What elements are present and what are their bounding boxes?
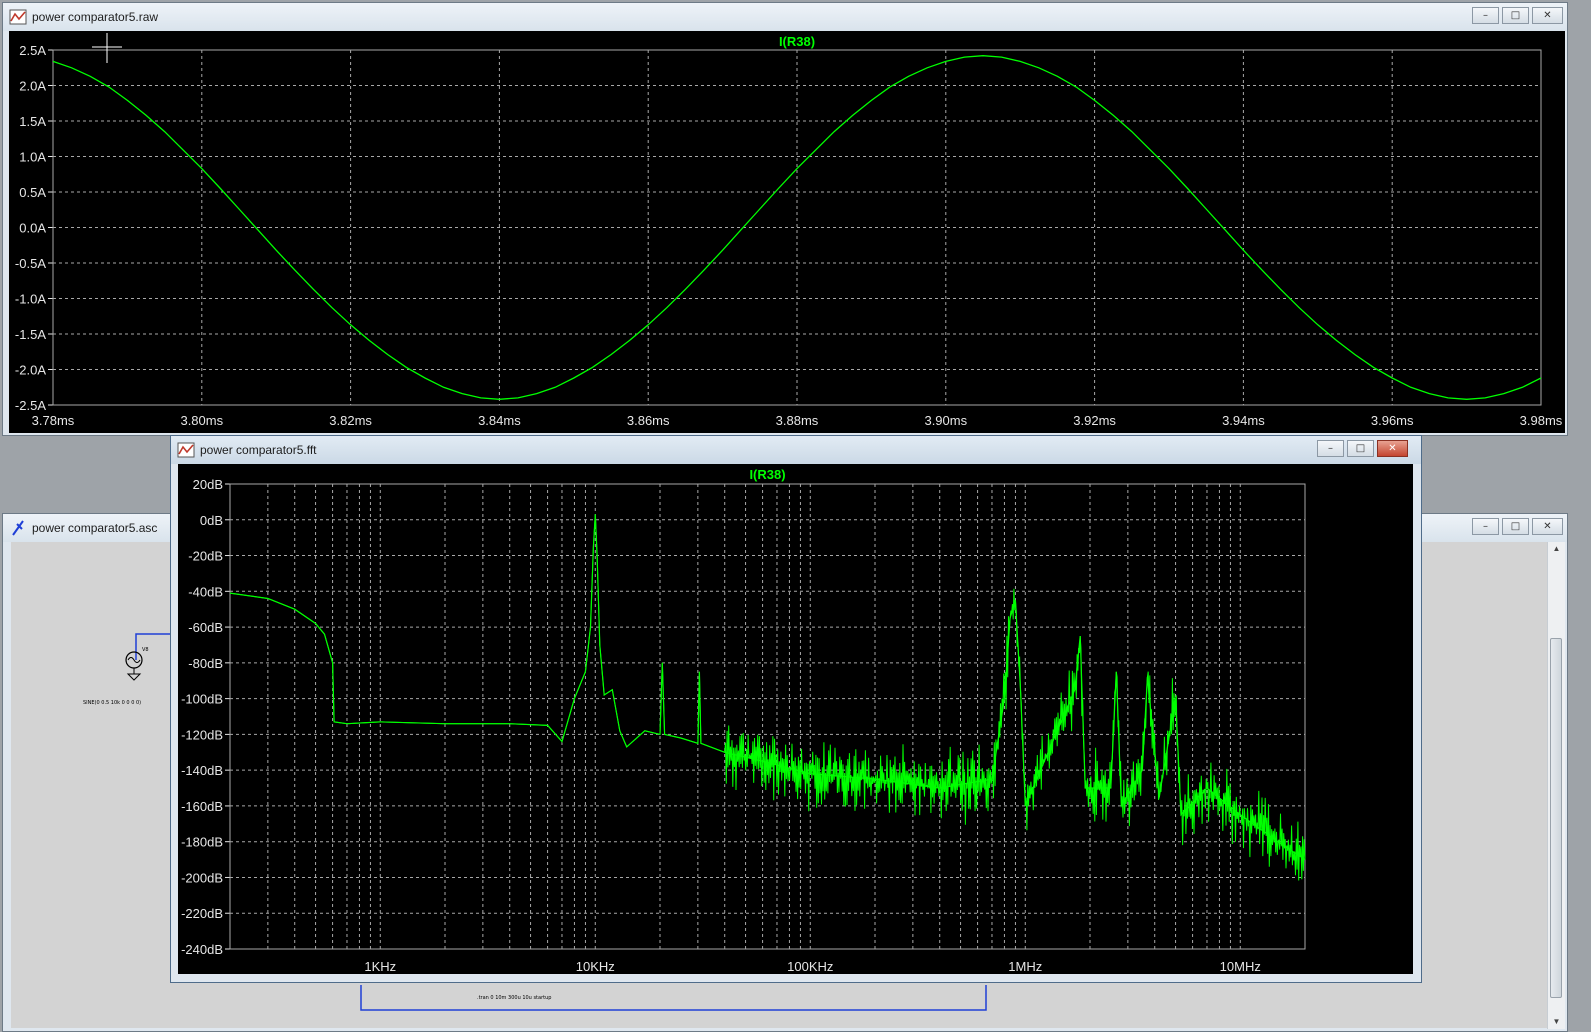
raw-window-title: power comparator5.raw [32, 10, 159, 24]
y-tick-label: 1.5A [19, 114, 46, 129]
x-tick-label: 1MHz [1008, 959, 1042, 974]
tran-directive-label: .tran 0 10m 300u 10u startup [477, 995, 552, 1001]
y-tick-label: -120dB [181, 727, 223, 742]
y-tick-label: -40dB [188, 584, 223, 599]
x-tick-label: 3.84ms [478, 413, 521, 428]
time-domain-chart: 3.78ms 3.80ms 3.82ms 3.84ms 3.86ms 3.88ms 3.90… [15, 33, 1563, 428]
sine-glyph [127, 657, 141, 663]
y-tick-label: 0.5A [19, 185, 46, 200]
x-tick-label: 10MHz [1220, 959, 1261, 974]
close-button[interactable]: ✕ [1532, 7, 1563, 24]
x-tick-label: 1KHz [364, 959, 396, 974]
y-tick-label: 0.0A [19, 221, 46, 236]
y-tick-label: -2.0A [15, 363, 46, 378]
y-tick-label: -20dB [188, 549, 223, 564]
schematic-vertical-scrollbar[interactable]: ▲ ▼ [1547, 542, 1565, 1029]
minimize-button[interactable]: – [1472, 518, 1499, 535]
fft-plot-pane[interactable]: 1KHz 10KHz 100KHz 1MHz 10MHz 20dB 0dB -20dB -40d… [178, 464, 1413, 974]
y-tick-label: -1.5A [15, 327, 46, 342]
x-tick-label: 3.96ms [1371, 413, 1414, 428]
y-tick-label: -160dB [181, 799, 223, 814]
scroll-down-arrow-icon[interactable]: ▼ [1548, 1015, 1565, 1029]
frequency-domain-chart: 1KHz 10KHz 100KHz 1MHz 10MHz 20dB 0dB -20dB -40d… [181, 467, 1306, 974]
raw-window-titlebar[interactable]: power comparator5.raw – □ ✕ [3, 3, 1567, 31]
scrollbar-thumb[interactable] [1550, 638, 1562, 998]
minimize-button[interactable]: – [1317, 440, 1344, 457]
y-tick-label: -2.5A [15, 398, 46, 413]
maximize-button[interactable]: □ [1347, 440, 1374, 457]
schematic-window-title: power comparator5.asc [32, 521, 158, 535]
y-tick-label: 1.0A [19, 150, 46, 165]
directive-box [360, 985, 987, 1011]
y-tick-label: 20dB [193, 477, 223, 492]
fft-window-titlebar[interactable]: power comparator5.fft – □ ✕ [171, 436, 1421, 464]
schematic-icon [12, 520, 24, 536]
y-tick-label: -60dB [188, 620, 223, 635]
source-value-label: SINE(0 0.5 10k 0 0 0 0) [83, 700, 142, 706]
x-tick-label: 3.82ms [329, 413, 372, 428]
trace-title: I(R38) [779, 34, 815, 49]
x-tick-label: 3.78ms [32, 413, 75, 428]
x-tick-label: 100KHz [787, 959, 833, 974]
maximize-button[interactable]: □ [1502, 518, 1529, 535]
x-tick-label: 3.88ms [776, 413, 819, 428]
y-tick-label: 2.0A [19, 79, 46, 94]
y-tick-label: -0.5A [15, 256, 46, 271]
y-tick-label: 0dB [200, 513, 223, 528]
x-tick-label: 3.90ms [924, 413, 967, 428]
close-button[interactable]: ✕ [1532, 518, 1563, 535]
x-tick-label: 3.98ms [1520, 413, 1563, 428]
y-tick-label: -140dB [181, 763, 223, 778]
trace-title: I(R38) [749, 467, 785, 482]
x-tick-label: 3.92ms [1073, 413, 1116, 428]
fft-window-title: power comparator5.fft [200, 443, 317, 457]
ground-symbol [126, 673, 142, 681]
waveform-icon [177, 442, 195, 458]
x-tick-label: 10KHz [576, 959, 615, 974]
x-tick-label: 3.80ms [180, 413, 223, 428]
y-tick-label: -100dB [181, 692, 223, 707]
series-trace [229, 514, 1306, 881]
raw-plot-window[interactable]: power comparator5.raw – □ ✕ 3.78ms 3.80ms… [2, 2, 1568, 436]
series-envelope [229, 514, 1306, 861]
x-tick-label: 3.94ms [1222, 413, 1265, 428]
y-tick-label: -180dB [181, 835, 223, 850]
y-tick-label: -1.0A [15, 292, 46, 307]
y-tick-label: -200dB [181, 870, 223, 885]
y-tick-label: 2.5A [19, 43, 46, 58]
close-button[interactable]: ✕ [1377, 440, 1408, 457]
waveform-icon [9, 9, 27, 25]
y-tick-label: -220dB [181, 906, 223, 921]
fft-plot-window[interactable]: power comparator5.fft – □ ✕ 1KHz 10KHz 100… [170, 435, 1422, 983]
maximize-button[interactable]: □ [1502, 7, 1529, 24]
y-tick-label: -240dB [181, 942, 223, 957]
source-label: V8 [142, 647, 149, 653]
raw-plot-pane[interactable]: 3.78ms 3.80ms 3.82ms 3.84ms 3.86ms 3.88ms 3.90… [9, 31, 1565, 433]
x-tick-label: 3.86ms [627, 413, 670, 428]
scroll-up-arrow-icon[interactable]: ▲ [1548, 542, 1565, 556]
plot-frame [229, 483, 1306, 950]
minimize-button[interactable]: – [1472, 7, 1499, 24]
y-tick-label: -80dB [188, 656, 223, 671]
